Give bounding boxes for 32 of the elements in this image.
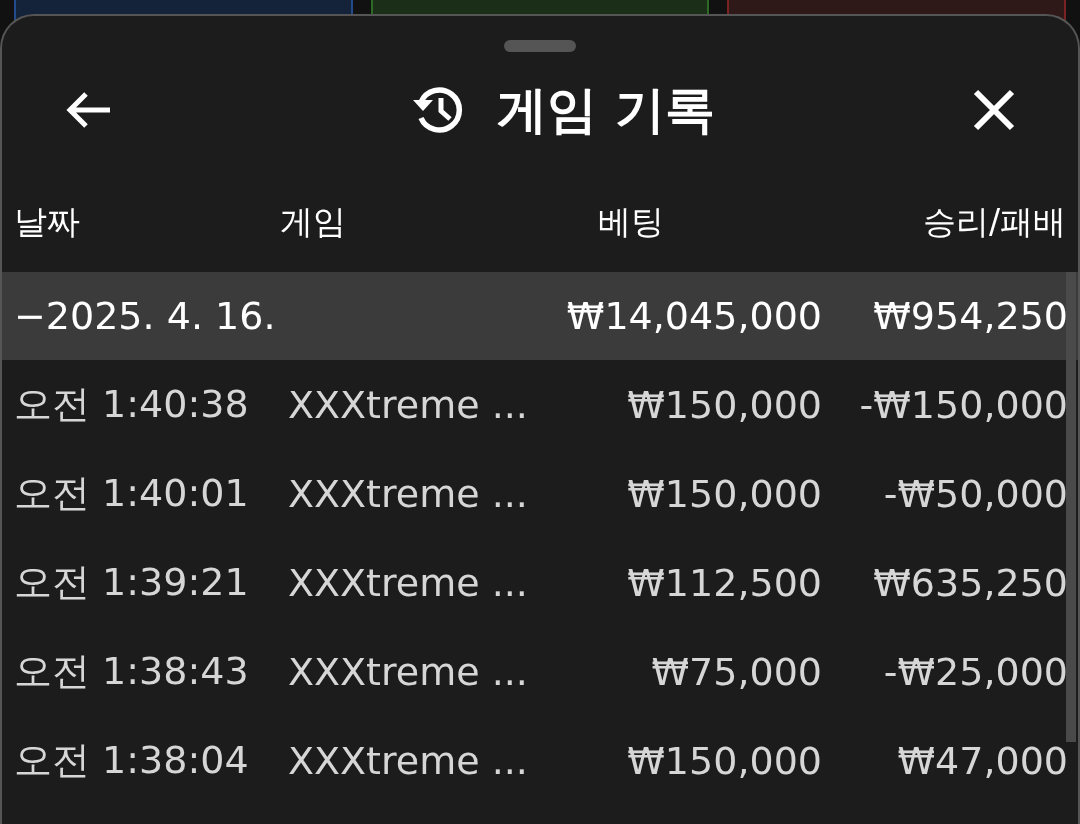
table-cell-text: XXXtreme ...: [288, 738, 529, 783]
table-cell-text: XXXtreme ...: [288, 471, 529, 516]
group-date: −2025. 4. 16.: [14, 294, 277, 338]
bet-total: ₩14,045,000: [565, 294, 822, 338]
table-cell-text: ₩75,000: [650, 649, 822, 694]
table-cell-text: XXXtreme ...: [288, 649, 529, 694]
table-cell-text: -₩150,000: [858, 382, 1068, 427]
result-total: ₩954,250: [872, 294, 1068, 338]
table-cell-text: -₩25,000: [882, 649, 1068, 694]
close-icon[interactable]: [972, 88, 1016, 132]
table-cell-text: 오전 1:40:38: [14, 381, 250, 428]
column-header: 날짜: [14, 200, 81, 243]
table-cell-text: ₩150,000: [626, 738, 822, 783]
drag-handle[interactable]: [504, 40, 576, 52]
table-cell-text: 오전 1:38:04: [14, 737, 250, 784]
table-cell-text: XXXtreme ...: [288, 382, 529, 427]
table-cell-text: 오전 1:40:01: [14, 470, 250, 517]
sheet-title: 게임 기록: [497, 79, 715, 141]
column-header: 베팅: [597, 200, 665, 243]
table-cell-text: 오전 1:39:21: [14, 559, 250, 606]
table-cell-text: 오전 1:38:43: [14, 648, 250, 695]
column-header: 게임: [280, 200, 347, 243]
table-cell-text: ₩47,000: [896, 738, 1068, 783]
table-cell-text: ₩150,000: [626, 382, 822, 427]
table-cell-text: ₩150,000: [626, 471, 822, 516]
scrollbar[interactable]: [1066, 272, 1076, 742]
table-cell-text: -₩50,000: [882, 471, 1068, 516]
table-cell-text: XXXtreme ...: [288, 560, 529, 605]
table-cell-text: ₩112,500: [626, 560, 822, 605]
date-group-row[interactable]: −2025. 4. 16. ₩14,045,000 ₩954,250: [2, 272, 1078, 360]
table-cell-text: ₩635,250: [872, 560, 1068, 605]
column-header: 승리/패배: [921, 200, 1066, 243]
